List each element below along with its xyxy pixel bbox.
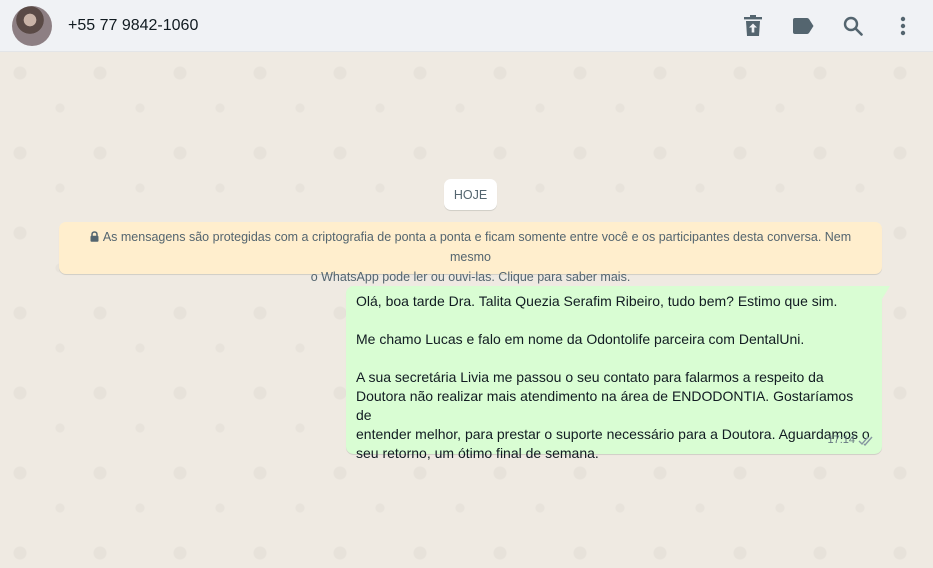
- delete-icon: [744, 14, 762, 36]
- delete-button[interactable]: [733, 6, 773, 46]
- message-paragraph-3-line-4: seu retorno, um ótimo final de semana.: [356, 445, 599, 461]
- outgoing-message[interactable]: Olá, boa tarde Dra. Talita Quezia Serafi…: [346, 286, 890, 461]
- more-options-button[interactable]: [883, 6, 923, 46]
- search-button[interactable]: [833, 6, 873, 46]
- chat-header: +55 77 9842-1060: [0, 0, 933, 52]
- date-separator: HOJE: [444, 179, 497, 210]
- message-paragraph-2: Me chamo Lucas e falo em nome da Odontol…: [356, 331, 805, 347]
- contact-avatar[interactable]: [12, 5, 52, 46]
- message-paragraph-3-line-3: entender melhor, para prestar o suporte …: [356, 426, 870, 442]
- encryption-text-line-1: As mensagens são protegidas com a cripto…: [73, 227, 868, 267]
- more-vertical-icon: [900, 16, 906, 35]
- message-time: 17:14: [827, 434, 855, 446]
- message-paragraph-3-line-1: A sua secretária Livia me passou o seu c…: [356, 369, 824, 385]
- bubble-tail: [882, 286, 890, 299]
- double-check-icon: [858, 436, 873, 446]
- contact-name[interactable]: +55 77 9842-1060: [68, 17, 723, 35]
- message-meta: 17:14: [827, 431, 874, 450]
- search-icon: [843, 16, 863, 36]
- message-paragraph-3-line-2: Doutora não realizar mais atendimento na…: [356, 388, 854, 423]
- header-actions: [723, 6, 923, 46]
- message-paragraph-1: Olá, boa tarde Dra. Talita Quezia Serafi…: [356, 293, 838, 309]
- message-spacer: [356, 349, 872, 368]
- lock-icon: [90, 231, 99, 242]
- encryption-text-line-2: o WhatsApp pode ler ou ouvi-las. Clique …: [310, 270, 631, 284]
- encryption-text-1: As mensagens são protegidas com a cripto…: [102, 230, 852, 264]
- conversation-panel[interactable]: HOJE As mensagens são protegidas com a c…: [0, 53, 933, 568]
- label-button[interactable]: [783, 6, 823, 46]
- message-spacer: [356, 311, 872, 330]
- label-icon: [793, 17, 814, 34]
- encryption-notice[interactable]: As mensagens são protegidas com a cripto…: [59, 222, 882, 284]
